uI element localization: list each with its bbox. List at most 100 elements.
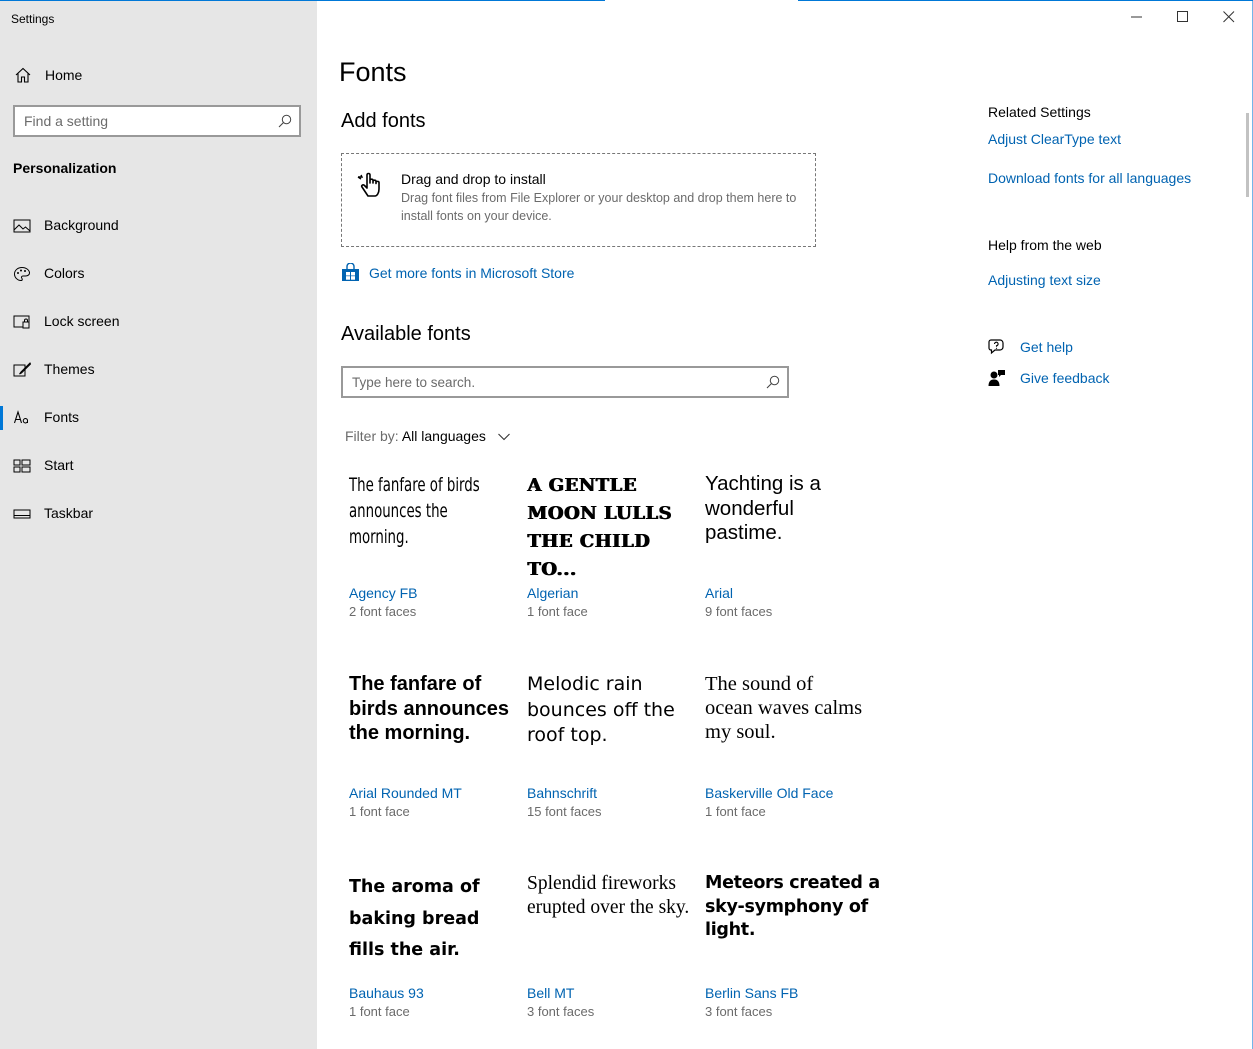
font-tile-arial[interactable]: Yachting is a wonderful pastime. Arial 9… (705, 472, 875, 662)
font-name: Baskerville Old Face (705, 785, 834, 801)
font-tile-agency-fb[interactable]: The fanfare of birds announces the morni… (349, 472, 519, 662)
home-icon (15, 67, 31, 83)
font-face-count: 3 font faces (705, 1004, 773, 1019)
chevron-down-icon (497, 433, 510, 441)
font-icon (13, 410, 28, 424)
font-name: Agency FB (349, 585, 418, 601)
sidebar-item-colors[interactable]: Colors (0, 254, 317, 294)
font-face-count: 3 font faces (527, 1004, 595, 1019)
chat-help-icon (988, 339, 1004, 355)
sidebar-item-background[interactable]: Background (0, 206, 317, 246)
search-icon[interactable] (766, 375, 780, 389)
start-icon (13, 459, 31, 473)
sidebar-item-label: Start (44, 457, 74, 473)
sidebar-item-label: Themes (44, 361, 95, 377)
font-sample: The sound of ocean waves calms my soul. (705, 673, 863, 743)
available-fonts-heading: Available fonts (341, 323, 471, 345)
settings-search-box[interactable] (13, 105, 301, 137)
sidebar: Settings Home Personalization Background… (0, 1, 317, 1049)
sidebar-item-label: Fonts (44, 409, 80, 425)
maximize-button[interactable] (1160, 1, 1206, 33)
sidebar-item-label: Lock screen (44, 313, 120, 329)
help-from-web-title: Help from the web (988, 237, 1102, 253)
feedback-icon (988, 370, 1005, 386)
palette-icon (13, 266, 31, 282)
font-sample: A GENTLE MOON LULLS THE CHILD TO... (527, 475, 672, 580)
sidebar-item-taskbar[interactable]: Taskbar (0, 494, 317, 534)
minimize-icon (1131, 16, 1142, 18)
filter-label: Filter by: (345, 428, 399, 444)
maximize-icon (1177, 11, 1188, 22)
font-sample: Melodic rain bounces off the roof top. (527, 673, 675, 746)
app-title: Settings (11, 12, 55, 26)
font-tile-bahnschrift[interactable]: Melodic rain bounces off the roof top. B… (527, 672, 697, 862)
sidebar-item-themes[interactable]: Themes (0, 350, 317, 390)
give-feedback-label: Give feedback (1020, 370, 1110, 386)
font-sample: Splendid fireworks erupted over the sky. (527, 873, 690, 918)
font-sample: The fanfare of birds announces the morni… (349, 474, 480, 548)
sidebar-item-start[interactable]: Start (0, 446, 317, 486)
font-face-count: 1 font face (705, 804, 766, 819)
font-sample: Yachting is a wonderful pastime. (705, 472, 821, 544)
font-drop-zone[interactable]: Drag and drop to install Drag font files… (341, 153, 816, 247)
font-sample: The aroma of baking bread fills the air. (349, 877, 480, 960)
lock-screen-icon (13, 315, 30, 329)
filter-value: All languages (401, 428, 486, 444)
font-name: Arial Rounded MT (349, 785, 462, 801)
store-link-label: Get more fonts in Microsoft Store (369, 265, 575, 281)
related-settings-title: Related Settings (988, 104, 1091, 120)
store-icon (342, 263, 359, 281)
font-name: Algerian (527, 585, 579, 601)
sidebar-item-label: Background (44, 217, 119, 233)
adjusting-text-size-link[interactable]: Adjusting text size (988, 272, 1101, 288)
font-tile-arial-rounded-mt[interactable]: The fanfare of birds announces the morni… (349, 672, 519, 862)
font-face-count: 1 font face (527, 604, 588, 619)
font-face-count: 1 font face (349, 1004, 410, 1019)
download-fonts-link[interactable]: Download fonts for all languages (988, 170, 1191, 186)
close-icon (1223, 11, 1235, 23)
search-icon[interactable] (278, 114, 292, 128)
taskbar-icon (13, 509, 31, 519)
brush-icon (13, 362, 31, 377)
home-nav-item[interactable]: Home (0, 58, 317, 92)
font-tile-bauhaus-93[interactable]: The aroma of baking bread fills the air.… (349, 872, 519, 1049)
font-tile-bell-mt[interactable]: Splendid fireworks erupted over the sky.… (527, 872, 697, 1049)
picture-icon (13, 219, 31, 233)
font-sample: Meteors created a sky-symphony of light. (705, 873, 880, 940)
font-name: Bahnschrift (527, 785, 598, 801)
drag-hand-icon (357, 172, 380, 197)
main-content: Fonts Add fonts Drag and drop to install… (317, 1, 1252, 1049)
font-tile-berlin-sans-fb[interactable]: Meteors created a sky-symphony of light.… (705, 872, 880, 1049)
font-name: Berlin Sans FB (705, 985, 799, 1001)
font-sample: The fanfare of birds announces the morni… (349, 673, 510, 744)
minimize-button[interactable] (1114, 1, 1160, 33)
font-tile-algerian[interactable]: A GENTLE MOON LULLS THE CHILD TO... Alge… (527, 472, 697, 662)
sidebar-item-lock-screen[interactable]: Lock screen (0, 302, 317, 342)
font-face-count: 2 font faces (349, 604, 417, 619)
font-face-count: 1 font face (349, 804, 410, 819)
add-fonts-heading: Add fonts (341, 110, 426, 132)
font-name: Bell MT (527, 985, 575, 1001)
drop-zone-description: Drag font files from File Explorer or yo… (401, 191, 797, 223)
font-search-box[interactable] (341, 366, 789, 398)
font-search-input[interactable] (343, 368, 753, 396)
drop-zone-title: Drag and drop to install (401, 171, 546, 187)
section-title: Personalization (13, 160, 117, 176)
sidebar-item-label: Colors (44, 265, 85, 281)
font-name: Arial (705, 585, 734, 601)
font-name: Bauhaus 93 (349, 985, 424, 1001)
sidebar-item-fonts[interactable]: Fonts (0, 398, 317, 438)
get-help-label: Get help (1020, 339, 1073, 355)
close-button[interactable] (1206, 1, 1252, 33)
font-tile-baskerville-old-face[interactable]: The sound of ocean waves calms my soul. … (705, 672, 875, 862)
font-face-count: 15 font faces (527, 804, 602, 819)
scrollbar[interactable] (1246, 113, 1249, 197)
window-caption-buttons (1114, 1, 1252, 33)
font-face-count: 9 font faces (705, 604, 773, 619)
page-title: Fonts (339, 57, 407, 87)
adjust-cleartype-link[interactable]: Adjust ClearType text (988, 131, 1121, 147)
home-label: Home (45, 67, 83, 83)
settings-search-input[interactable] (15, 107, 265, 135)
sidebar-item-label: Taskbar (44, 505, 94, 521)
language-filter[interactable]: Filter by: All languages (345, 428, 510, 444)
